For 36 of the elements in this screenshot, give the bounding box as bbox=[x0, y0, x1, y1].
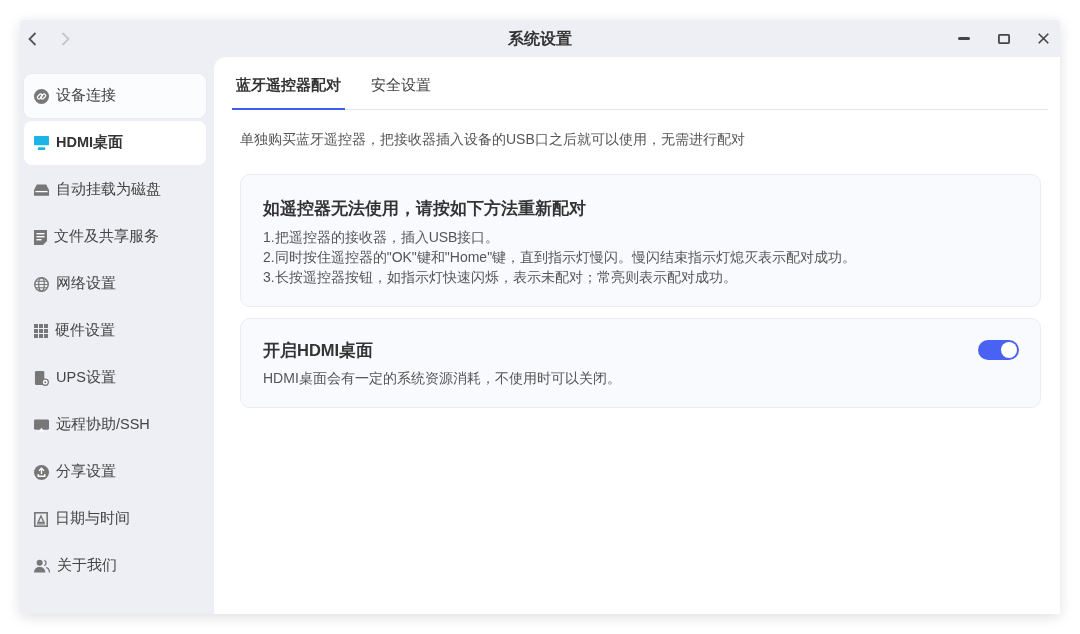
grid-icon bbox=[34, 324, 48, 338]
instruction-text: 2.同时按住遥控器的"OK"键和"Home"键，直到指示灯慢闪。慢闪结束指示灯熄灭表示配对成功。 bbox=[263, 248, 858, 267]
sidebar-item[interactable]: UPS设置 bbox=[24, 356, 206, 400]
sidebar-item[interactable]: 设备连接 bbox=[24, 74, 206, 118]
card-title: 如遥控器无法使用，请按如下方法重新配对 bbox=[263, 198, 587, 219]
sidebar-item[interactable]: 自动挂载为磁盘 bbox=[24, 168, 206, 212]
card-title: 开启HDMI桌面 bbox=[263, 340, 375, 361]
instruction-text: 3.长按遥控器按钮，如指示灯快速闪烁，表示未配对；常亮则表示配对成功。 bbox=[263, 268, 738, 287]
drive-icon bbox=[34, 184, 49, 196]
screen-icon bbox=[34, 418, 49, 432]
sidebar-item[interactable]: HDMI桌面 bbox=[24, 121, 206, 165]
monitor-icon bbox=[34, 136, 49, 150]
upload-icon bbox=[34, 464, 49, 480]
tab[interactable]: 蓝牙遥控器配对 bbox=[232, 57, 345, 110]
users-icon bbox=[34, 559, 50, 573]
close-icon[interactable] bbox=[1038, 33, 1049, 44]
globe-icon bbox=[34, 276, 49, 292]
sidebar-item[interactable]: 分享设置 bbox=[24, 450, 206, 494]
device-icon bbox=[34, 370, 49, 386]
sidebar-item[interactable]: 网络设置 bbox=[24, 262, 206, 306]
intro-text: 单独购买蓝牙遥控器，把接收器插入设备的USB口之后就可以使用，无需进行配对 bbox=[240, 130, 746, 149]
window-title: 系统设置 bbox=[508, 28, 572, 49]
instruction-text: 1.把遥控器的接收器，插入USB接口。 bbox=[263, 228, 501, 247]
back-arrow-icon[interactable] bbox=[28, 31, 37, 46]
sidebar-item[interactable]: 远程协助/SSH bbox=[24, 403, 206, 447]
description-text: HDMI桌面会有一定的系统资源消耗，不使用时可以关闭。 bbox=[263, 369, 622, 388]
toggle-switch[interactable] bbox=[978, 340, 1019, 360]
maximize-icon[interactable] bbox=[998, 33, 1010, 44]
sidebar-item[interactable]: 日期与时间 bbox=[24, 497, 206, 541]
link-icon bbox=[34, 88, 49, 104]
sidebar-item[interactable]: 硬件设置 bbox=[24, 309, 206, 353]
tab[interactable]: 安全设置 bbox=[367, 57, 435, 110]
document-icon bbox=[34, 229, 47, 245]
minimize-icon[interactable] bbox=[958, 37, 970, 40]
sidebar-item[interactable]: 文件及共享服务 bbox=[24, 215, 206, 259]
sidebar-item[interactable]: 关于我们 bbox=[24, 544, 206, 588]
